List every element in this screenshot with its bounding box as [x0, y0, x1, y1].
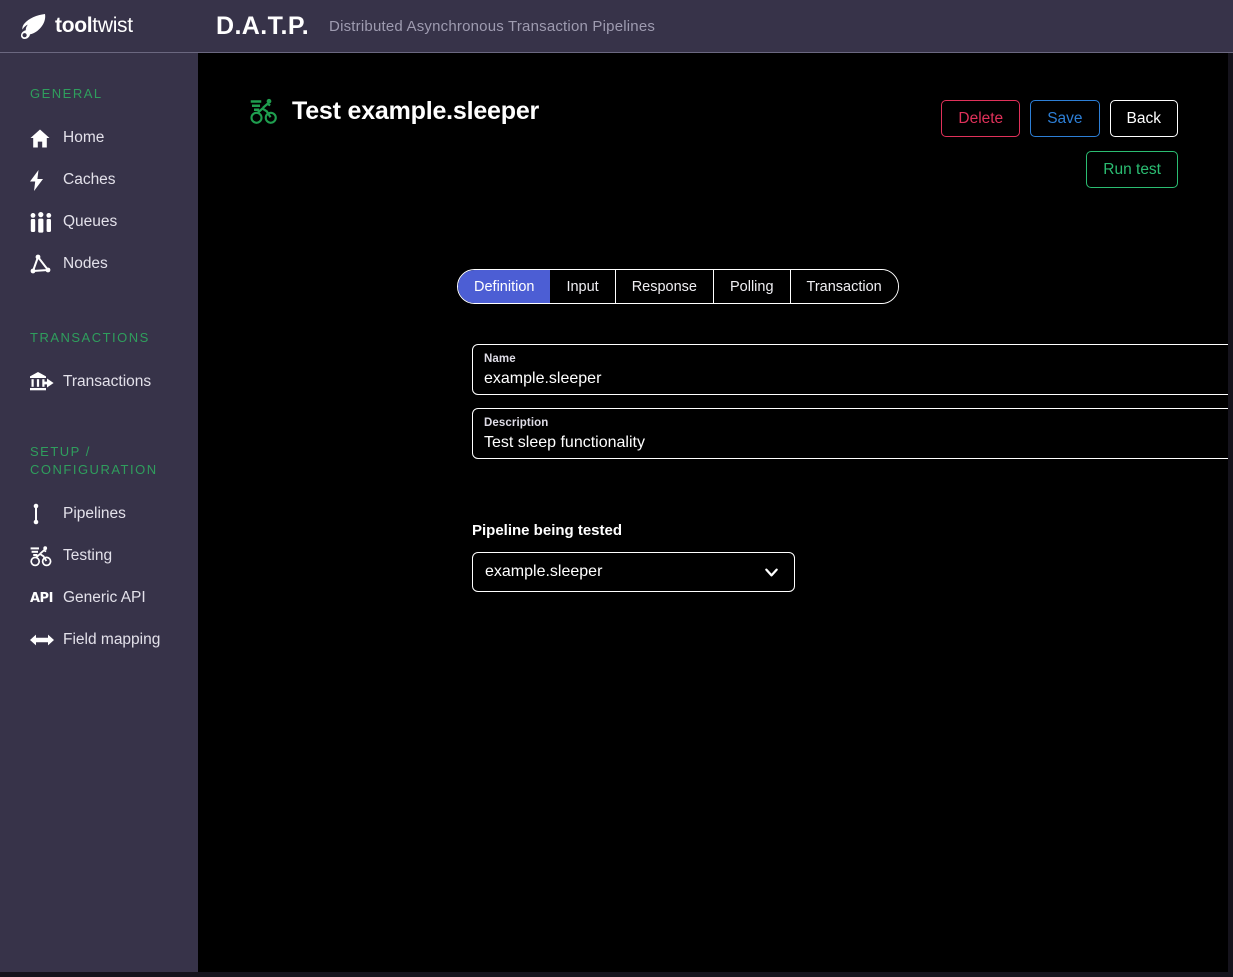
- sidebar-item-generic-api[interactable]: API Generic API: [0, 577, 198, 619]
- sidebar-item-transactions[interactable]: Transactions: [0, 361, 198, 403]
- page-title-row: Test example.sleeper: [250, 96, 539, 126]
- product-subtitle: Distributed Asynchronous Transaction Pip…: [329, 17, 656, 35]
- tab-response[interactable]: Response: [615, 270, 714, 303]
- top-header-bar: tooltwist D.A.T.P. Distributed Asynchron…: [0, 0, 1233, 53]
- sidebar-item-nodes[interactable]: Nodes: [0, 243, 198, 285]
- pipeline-section-label: Pipeline being tested: [472, 522, 623, 539]
- description-field[interactable]: Description Test sleep functionality: [472, 408, 1228, 459]
- run-test-button[interactable]: Run test: [1086, 151, 1178, 189]
- sidebar-section-setup-title: SETUP / CONFIGURATION: [30, 444, 158, 477]
- pipeline-select[interactable]: example.sleeper: [472, 552, 795, 592]
- product-abbreviation: D.A.T.P.: [216, 11, 310, 40]
- chevron-down-icon: [765, 568, 778, 576]
- page-title: Test example.sleeper: [292, 96, 540, 125]
- sidebar-item-label: Pipelines: [63, 505, 126, 522]
- sidebar-item-pipelines[interactable]: Pipelines: [0, 493, 198, 535]
- sidebar-item-label: Testing: [63, 547, 113, 564]
- cyclist-icon: [250, 98, 277, 124]
- description-field-value: Test sleep functionality: [484, 434, 645, 451]
- tab-input[interactable]: Input: [550, 270, 616, 303]
- tab-bar: Definition Input Response Polling Transa…: [457, 269, 899, 304]
- lightning-bolt-icon: [30, 169, 54, 191]
- sidebar-item-queues[interactable]: Queues: [0, 201, 198, 243]
- sidebar-item-home[interactable]: Home: [0, 117, 198, 159]
- app-root: tooltwist D.A.T.P. Distributed Asynchron…: [0, 0, 1233, 977]
- left-right-arrow-icon: [30, 629, 54, 651]
- sidebar-item-caches[interactable]: Caches: [0, 159, 198, 201]
- viewport-bottom-edge: [0, 972, 1233, 977]
- sidebar-section-transactions-title: TRANSACTIONS: [30, 330, 150, 345]
- home-icon: [30, 127, 54, 149]
- pipeline-select-value: example.sleeper: [485, 563, 603, 580]
- api-icon: API: [30, 590, 53, 606]
- page-action-buttons: Delete Save Back: [941, 100, 1178, 138]
- sidebar-nav: GENERAL Home Caches Queues Nodes TRANSAC…: [0, 53, 198, 977]
- tab-definition[interactable]: Definition: [458, 270, 551, 303]
- logo-text-light: twist: [92, 14, 133, 37]
- sidebar-item-label: Queues: [63, 213, 118, 230]
- viewport-right-edge: [1228, 53, 1233, 977]
- tab-transaction[interactable]: Transaction: [790, 270, 898, 303]
- nodes-network-icon: [30, 253, 54, 275]
- description-field-label: Description: [484, 417, 549, 429]
- name-field-label: Name: [484, 353, 516, 365]
- tooltwist-flame-icon: [21, 14, 46, 39]
- sidebar-section-general-title: GENERAL: [30, 86, 103, 101]
- sidebar-item-label: Caches: [63, 171, 116, 188]
- back-button[interactable]: Back: [1109, 100, 1178, 138]
- delete-button[interactable]: Delete: [941, 100, 1021, 138]
- run-test-row: Run test: [1086, 151, 1178, 189]
- main-content: Test example.sleeper Delete Save Back Ru…: [198, 53, 1228, 977]
- sidebar-item-label: Field mapping: [63, 631, 161, 648]
- name-field[interactable]: Name example.sleeper: [472, 344, 1228, 395]
- cyclist-icon: [30, 545, 54, 567]
- pipeline-icon: [30, 503, 54, 525]
- name-field-value: example.sleeper: [484, 370, 602, 387]
- page-header: Test example.sleeper Delete Save Back Ru…: [198, 53, 1228, 189]
- sidebar-item-label: Nodes: [63, 255, 108, 272]
- bank-transfer-icon: [30, 371, 54, 393]
- logo-wordmark: tooltwist: [55, 14, 133, 38]
- sidebar-item-label: Generic API: [63, 589, 146, 606]
- tab-polling[interactable]: Polling: [714, 270, 791, 303]
- logo-text-bold: tool: [55, 14, 93, 37]
- brand-logo[interactable]: tooltwist: [0, 0, 198, 53]
- sidebar-item-field-mapping[interactable]: Field mapping: [0, 619, 198, 661]
- people-queue-icon: [30, 211, 54, 233]
- sidebar-item-testing[interactable]: Testing: [0, 535, 198, 577]
- save-button[interactable]: Save: [1030, 100, 1100, 138]
- sidebar-item-label: Home: [63, 129, 105, 146]
- sidebar-item-label: Transactions: [63, 373, 152, 390]
